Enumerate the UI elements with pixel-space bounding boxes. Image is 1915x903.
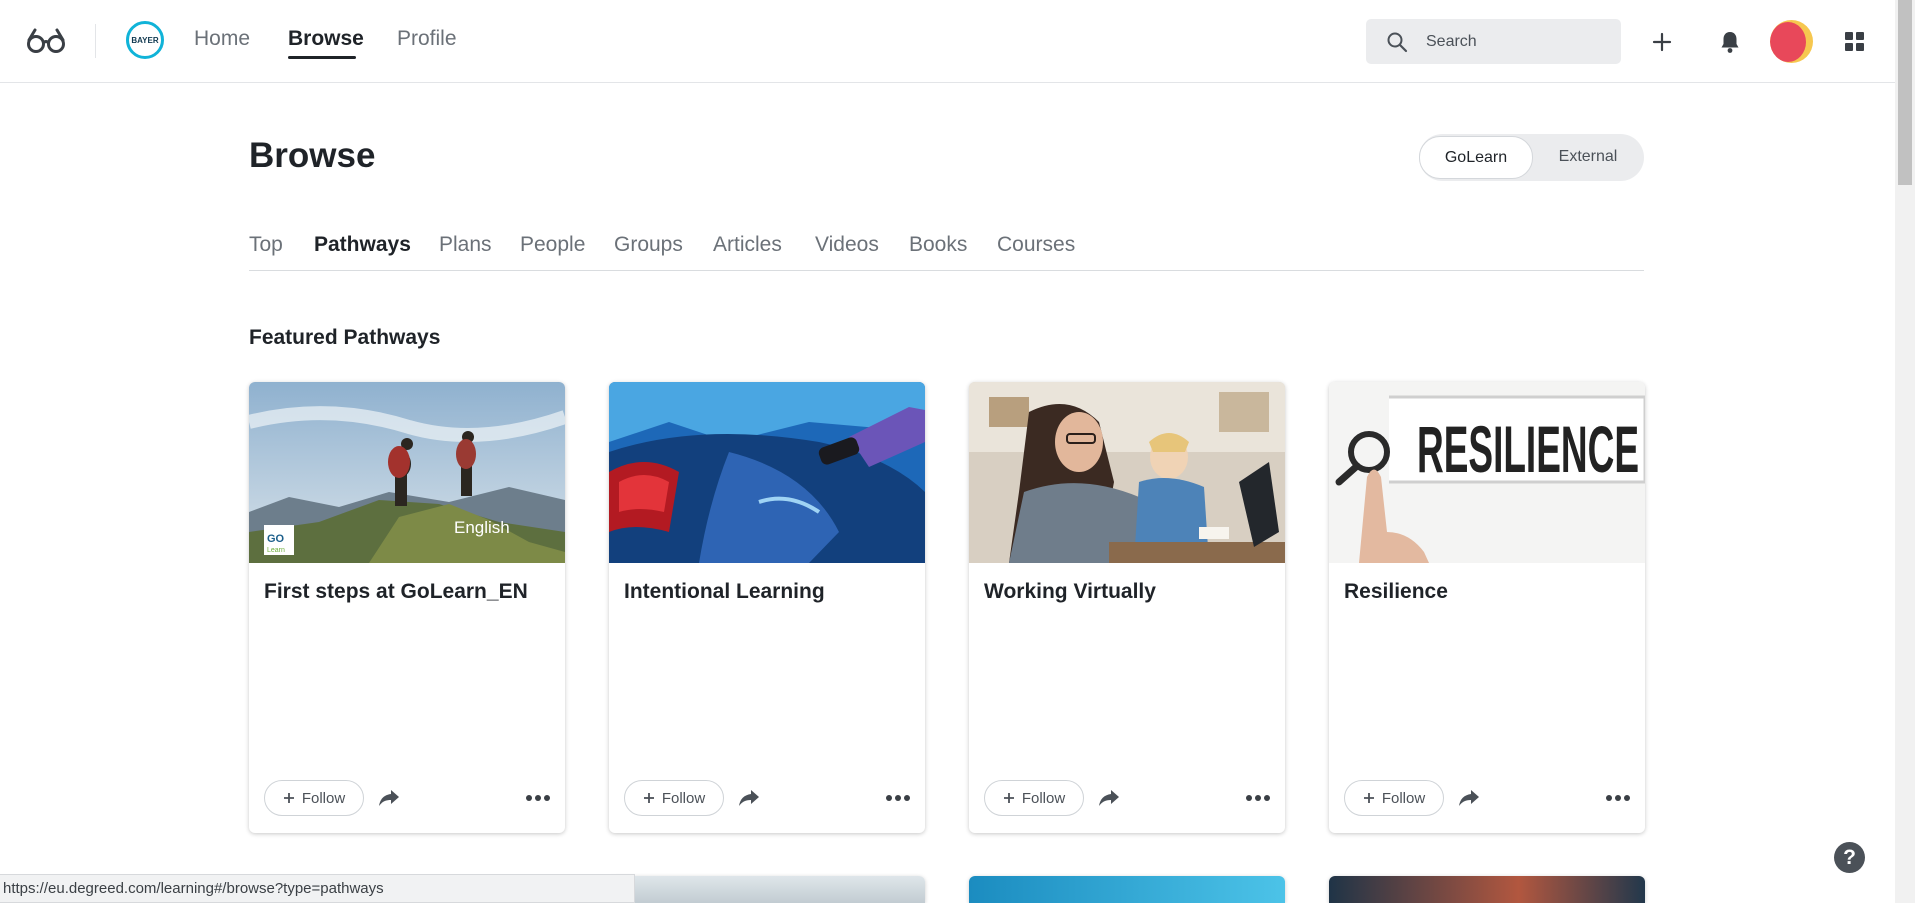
share-icon[interactable] [377,787,401,809]
follow-button[interactable]: Follow [1344,780,1444,816]
card-image-hikers: English GO Learn [249,382,565,563]
follow-button[interactable]: Follow [984,780,1084,816]
card-image-resilience: RESILIENCE [1329,382,1645,563]
nav-browse[interactable]: Browse [288,27,364,51]
nav-profile[interactable]: Profile [397,27,457,51]
apps-grid-icon[interactable] [1845,32,1864,51]
nav-home[interactable]: Home [194,27,250,51]
add-icon[interactable] [1651,31,1673,53]
status-bar-url: https://eu.degreed.com/learning#/browse?… [0,874,635,903]
tab-plans[interactable]: Plans [439,233,492,257]
top-navigation-bar: BAYER Home Browse Profile [0,0,1895,83]
header-divider [95,24,96,58]
more-options-icon[interactable] [885,790,911,806]
card-title[interactable]: Working Virtually [984,580,1156,604]
follow-label: Follow [1381,789,1426,807]
tab-groups[interactable]: Groups [614,233,683,257]
bell-icon[interactable] [1719,30,1741,54]
pathway-card-partial[interactable] [1329,876,1645,903]
pathway-card[interactable]: English GO Learn First steps at GoLearn_… [249,382,565,833]
card-title[interactable]: Resilience [1344,580,1448,604]
toggle-golearn[interactable]: GoLearn [1419,136,1533,179]
tab-people[interactable]: People [520,233,585,257]
plus-icon [283,793,294,803]
nav-active-indicator [288,56,356,59]
follow-button[interactable]: Follow [624,780,724,816]
plus-icon [643,793,654,803]
more-options-icon[interactable] [1605,790,1631,806]
avatar-shape [1770,22,1806,62]
pathway-card[interactable]: Working Virtually Follow [969,382,1285,833]
plus-icon [1363,793,1374,803]
glasses-logo-icon[interactable] [26,26,66,56]
org-logo-text: BAYER [131,35,159,45]
search-input[interactable] [1424,29,1613,55]
tab-articles[interactable]: Articles [713,233,782,257]
avatar[interactable] [1770,20,1813,63]
plus-icon [1003,793,1014,803]
tab-pathways[interactable]: Pathways [314,233,411,257]
browse-tabs: Top Pathways Plans People Groups Article… [249,233,1644,271]
svg-text:GO: GO [267,533,285,545]
follow-label: Follow [1021,789,1066,807]
pathway-card[interactable]: Intentional Learning Follow [609,382,925,833]
card-title[interactable]: Intentional Learning [624,580,825,604]
scrollbar-thumb[interactable] [1898,0,1912,185]
search-icon [1387,32,1408,53]
page-title: Browse [249,136,376,175]
share-icon[interactable] [1097,787,1121,809]
resilience-image-text: RESILIENCE [1417,412,1639,486]
tab-videos[interactable]: Videos [815,233,879,257]
card-title[interactable]: First steps at GoLearn_EN [264,580,528,604]
follow-label: Follow [301,789,346,807]
toggle-external[interactable]: External [1534,136,1642,177]
tab-top[interactable]: Top [249,233,283,257]
pathway-card-partial[interactable] [609,876,925,903]
follow-label: Follow [661,789,706,807]
pathway-card-partial[interactable] [969,876,1285,903]
help-button[interactable]: ? [1834,842,1865,873]
pathway-card[interactable]: RESILIENCE Resilience Follow [1329,382,1645,833]
more-options-icon[interactable] [1245,790,1271,806]
svg-text:Learn: Learn [267,547,285,554]
tab-courses[interactable]: Courses [997,233,1075,257]
follow-button[interactable]: Follow [264,780,364,816]
card-image-caption: English [454,518,510,537]
search-box[interactable] [1366,19,1621,64]
section-title: Featured Pathways [249,326,441,349]
card-image-car-charging [609,382,925,563]
card-image-working-virtually [969,382,1285,563]
share-icon[interactable] [737,787,761,809]
share-icon[interactable] [1457,787,1481,809]
org-logo[interactable]: BAYER [126,21,164,59]
more-options-icon[interactable] [525,790,551,806]
tab-books[interactable]: Books [909,233,967,257]
source-toggle: GoLearn External [1419,134,1644,181]
